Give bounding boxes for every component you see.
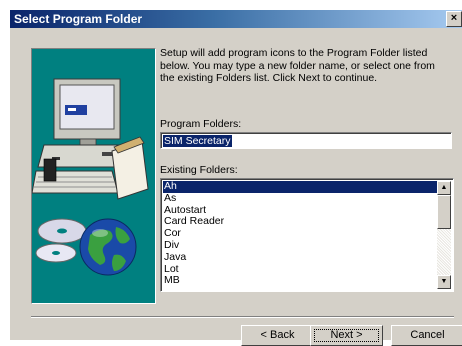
scroll-thumb[interactable] <box>437 195 451 229</box>
setup-dialog: Select Program Folder × Setup will add p… <box>10 10 462 346</box>
program-folder-value: SIM Secretary <box>163 135 232 147</box>
existing-folders-list[interactable]: Ah As Autostart Card Reader Cor Div Java Lot MB … <box>160 178 454 292</box>
vertical-scrollbar[interactable]: ▲ ▼ <box>437 181 451 289</box>
setup-illustration <box>31 48 156 304</box>
cancel-button[interactable]: Cancel <box>391 325 462 346</box>
folder-list-item[interactable]: Card Reader <box>163 216 437 228</box>
folder-list-item[interactable]: Cor <box>163 227 437 240</box>
folder-list-item[interactable]: As <box>163 192 437 205</box>
existing-folders-label: Existing Folders: <box>160 164 238 176</box>
computer-with-cd-and-globe-illustration <box>32 78 149 276</box>
folder-list-item[interactable]: Java <box>163 251 437 264</box>
close-icon: × <box>450 12 458 24</box>
program-folder-input[interactable]: SIM Secretary <box>160 132 452 149</box>
scroll-up-arrow-icon[interactable]: ▲ <box>437 181 451 195</box>
folder-list-item[interactable]: Lot <box>163 263 437 276</box>
folder-list-item[interactable]: Div <box>163 239 437 252</box>
window-title: Select Program Folder <box>14 12 143 26</box>
next-button[interactable]: Next > <box>310 325 383 346</box>
program-folders-label: Program Folders: <box>160 118 242 130</box>
scroll-down-arrow-icon[interactable]: ▼ <box>437 275 451 289</box>
folder-list-item[interactable]: MB <box>163 275 437 287</box>
close-button[interactable]: × <box>446 11 462 27</box>
instructions-text: Setup will add program icons to the Prog… <box>160 47 435 84</box>
folder-list-item[interactable]: Ah <box>163 180 437 193</box>
folder-list-items: Ah As Autostart Card Reader Cor Div Java Lot MB <box>163 180 437 287</box>
button-separator <box>31 316 454 318</box>
back-button[interactable]: < Back <box>241 325 314 346</box>
title-bar[interactable]: Select Program Folder × <box>10 10 462 28</box>
